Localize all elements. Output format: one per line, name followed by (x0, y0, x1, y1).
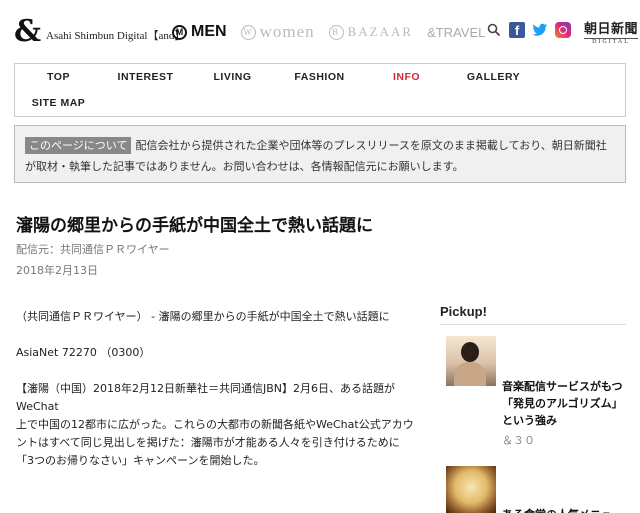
pickup-item-title[interactable]: 音楽配信サービスがもつ「発見のアルゴリズム」という強み (502, 378, 628, 429)
men-logo-icon: M (172, 24, 187, 40)
article-date: 2018年2月13日 (16, 264, 98, 277)
brand-text[interactable]: Asahi Shimbun Digital【and】 (46, 27, 185, 43)
brand-men-label: MEN (191, 23, 227, 40)
asahi-logo-text: 朝日新聞 (584, 22, 639, 37)
pickup-thumbnail[interactable] (446, 336, 496, 386)
article-paragraph: （共同通信ＰＲワイヤー） - 瀋陽の郷里からの手紙が中国全土で熱い話題に (16, 310, 390, 323)
search-icon[interactable] (486, 22, 502, 38)
instagram-icon[interactable] (555, 22, 571, 38)
brand-men-link[interactable]: M MEN (172, 23, 227, 41)
article-body: （共同通信ＰＲワイヤー） - 瀋陽の郷里からの手紙が中国全土で熱い話題に Asi… (16, 308, 414, 488)
site-header: & Asahi Shimbun Digital【and】 M MEN W wom… (0, 0, 640, 56)
women-logo-icon: W (240, 24, 256, 40)
brand-women-link[interactable]: W women (240, 22, 315, 42)
nav-item-gallery[interactable]: GALLERY (450, 64, 537, 90)
brand-women-label: women (259, 22, 315, 41)
pickup-item-title[interactable]: ある食堂の人気メニューが話題に (502, 506, 628, 513)
and-logo[interactable]: & (14, 17, 41, 47)
asahi-digital-logo[interactable]: 朝日新聞 DIGITAL (584, 18, 639, 45)
page-notice: このページについて 配信会社から提供された企業や団体等のプレスリリースを原文のまま… (14, 125, 626, 183)
pickup-thumbnail[interactable] (446, 466, 496, 513)
article-title: 瀋陽の郷里からの手紙が中国全土で熱い話題に (16, 216, 373, 236)
nav-item-info[interactable]: INFO (363, 64, 450, 90)
brand-bazaar-link[interactable]: B BAZAAR (328, 24, 414, 40)
notice-label: このページについて (25, 137, 132, 154)
nav-item-living[interactable]: LIVING (189, 64, 276, 90)
nav-item-fashion[interactable]: FASHION (276, 64, 363, 90)
person-head-shape (461, 342, 479, 362)
global-nav: TOP INTEREST LIVING FASHION INFO GALLERY… (14, 63, 626, 117)
article-source: 配信元：共同通信ＰＲワイヤー (16, 243, 170, 256)
bazaar-logo-icon: B (328, 24, 344, 40)
article-paragraph: AsiaNet 72270 （0300） (16, 346, 151, 359)
article-paragraph: 【瀋陽（中国）2018年2月12日新華社＝共同通信JBN】2月6日、ある話題がW… (16, 382, 396, 413)
digital-logo-text: DIGITAL (584, 38, 639, 45)
facebook-icon[interactable]: f (509, 22, 525, 38)
header-icons: f (486, 22, 578, 38)
pickup-heading: Pickup! (440, 304, 487, 319)
nav-row-second: SITE MAP (15, 90, 625, 116)
nav-item-sitemap[interactable]: SITE MAP (15, 90, 102, 116)
brand-travel-link[interactable]: &TRAVEL (427, 25, 485, 40)
brand-bazaar-label: BAZAAR (347, 24, 414, 39)
pickup-item-tag: ＆３０ (502, 434, 535, 447)
pickup-divider (440, 324, 626, 325)
nav-item-top[interactable]: TOP (15, 64, 102, 90)
person-body-shape (454, 362, 486, 386)
twitter-icon[interactable] (532, 22, 548, 38)
brand-travel-label: &TRAVEL (427, 24, 486, 40)
nav-item-interest[interactable]: INTEREST (102, 64, 189, 90)
brand-nav: M MEN W women B BAZAAR &TRAVEL (172, 22, 499, 42)
article-paragraph: 上で中国の12都市に広がった。これらの大都市の新聞各紙やWeChat公式アカウン… (16, 418, 414, 467)
nav-row: TOP INTEREST LIVING FASHION INFO GALLERY (15, 64, 625, 90)
